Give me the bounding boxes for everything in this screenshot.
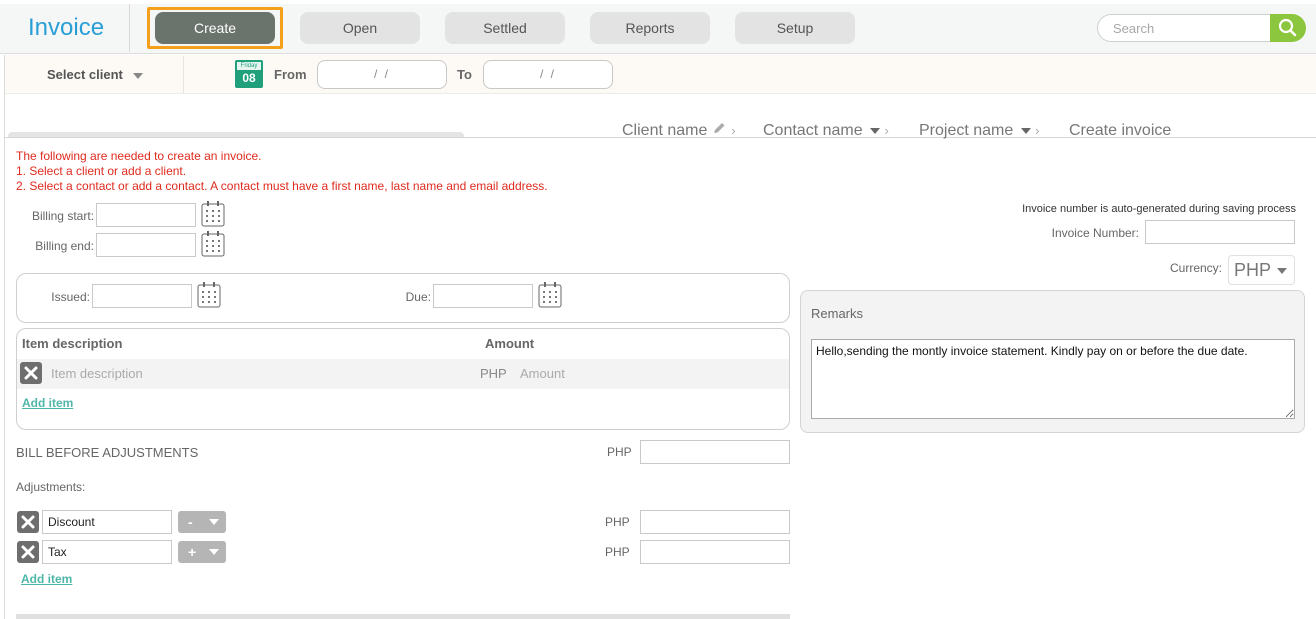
remarks-textarea[interactable]: Hello,sending the montly invoice stateme… bbox=[811, 339, 1295, 419]
nav-setup-button[interactable]: Setup bbox=[735, 12, 855, 44]
add-item-link[interactable]: Add item bbox=[22, 396, 73, 410]
chevron-down-icon bbox=[1020, 127, 1031, 134]
chevron-down-icon bbox=[209, 549, 219, 555]
brand-divider bbox=[129, 4, 130, 52]
chevron-right-icon: › bbox=[1035, 123, 1040, 138]
chevron-down-icon bbox=[132, 72, 143, 79]
currency-select[interactable]: PHP bbox=[1228, 255, 1295, 285]
adjustment-name-input[interactable] bbox=[42, 510, 172, 534]
adjustment-sign: + bbox=[188, 544, 197, 560]
left-border bbox=[4, 55, 5, 619]
bill-before-currency: PHP bbox=[607, 445, 632, 459]
billing-start-input[interactable] bbox=[96, 203, 196, 227]
bill-before-input[interactable] bbox=[640, 440, 790, 464]
to-label: To bbox=[457, 67, 472, 82]
invoice-number-input[interactable] bbox=[1145, 220, 1295, 244]
nav-open-button[interactable]: Open bbox=[300, 12, 420, 44]
calendar-today-icon[interactable]: Friday 08 bbox=[235, 60, 263, 88]
billing-end-input[interactable] bbox=[96, 233, 196, 257]
close-icon bbox=[21, 545, 35, 559]
chevron-right-icon: › bbox=[884, 123, 889, 138]
bottom-divider bbox=[16, 614, 790, 619]
currency-label: Currency: bbox=[1169, 261, 1222, 275]
requirement-intro: The following are needed to create an in… bbox=[16, 149, 262, 163]
adjustment-currency: PHP bbox=[605, 545, 630, 559]
calendar-day-name: Friday bbox=[237, 62, 261, 70]
requirement-client: 1. Select a client or add a client. bbox=[16, 164, 187, 178]
adjustment-amount-input[interactable] bbox=[640, 510, 790, 534]
search-input[interactable] bbox=[1097, 14, 1273, 42]
remove-adjustment-button[interactable] bbox=[17, 511, 39, 533]
item-description-input[interactable]: Item description bbox=[51, 366, 143, 381]
remove-item-button[interactable] bbox=[20, 362, 42, 384]
invoice-number-label: Invoice Number: bbox=[1051, 226, 1139, 240]
close-icon bbox=[24, 366, 38, 380]
currency-value: PHP bbox=[1234, 260, 1272, 280]
adjustments-label: Adjustments: bbox=[16, 480, 86, 494]
adjustment-amount-input[interactable] bbox=[640, 540, 790, 564]
search-button[interactable] bbox=[1270, 14, 1306, 42]
requirement-contact: 2. Select a contact or add a contact. A … bbox=[16, 179, 548, 193]
add-adjustment-link[interactable]: Add item bbox=[21, 572, 72, 586]
nav-settled-button[interactable]: Settled bbox=[445, 12, 565, 44]
breadcrumb-project[interactable]: Project name › bbox=[919, 122, 1040, 140]
adjustment-name-input[interactable] bbox=[42, 540, 172, 564]
issued-label: Issued: bbox=[51, 290, 90, 304]
col-item-description: Item description bbox=[22, 336, 123, 351]
breadcrumb-project-label: Project name bbox=[919, 122, 1014, 139]
close-icon bbox=[21, 515, 35, 529]
select-client-dropdown[interactable]: Select client bbox=[47, 67, 143, 82]
breadcrumb-current: Create invoice bbox=[1069, 122, 1172, 139]
due-date-input[interactable] bbox=[433, 284, 533, 308]
col-amount: Amount bbox=[485, 336, 535, 351]
chevron-right-icon: › bbox=[731, 123, 736, 138]
breadcrumb-client[interactable]: Client name › bbox=[622, 122, 736, 140]
issued-date-input[interactable] bbox=[92, 284, 192, 308]
from-date-input[interactable]: / / bbox=[317, 60, 447, 89]
focus-highlight bbox=[147, 7, 283, 49]
item-currency: PHP bbox=[480, 366, 507, 381]
breadcrumb-contact-label: Contact name bbox=[763, 122, 863, 139]
adjustment-sign-select[interactable]: + bbox=[178, 541, 226, 563]
chevron-down-icon bbox=[870, 127, 881, 134]
adjustment-sign: - bbox=[188, 514, 193, 530]
calendar-day-number: 08 bbox=[242, 71, 256, 85]
billing-end-label: Billing end: bbox=[35, 239, 94, 253]
calendar-icon[interactable] bbox=[201, 201, 225, 227]
adjustment-sign-select[interactable]: - bbox=[178, 511, 226, 533]
breadcrumb-contact[interactable]: Contact name › bbox=[763, 122, 889, 140]
breadcrumb-client-label: Client name bbox=[622, 122, 708, 139]
chevron-down-icon bbox=[209, 519, 219, 525]
app-brand[interactable]: Invoice bbox=[28, 14, 104, 42]
filter-bar bbox=[4, 55, 1316, 94]
calendar-icon[interactable] bbox=[201, 231, 225, 257]
calendar-icon[interactable] bbox=[538, 282, 562, 308]
invoice-number-note: Invoice number is auto-generated during … bbox=[1022, 203, 1296, 215]
calendar-icon[interactable] bbox=[197, 282, 221, 308]
search-icon bbox=[1278, 18, 1297, 37]
bill-before-label: BILL BEFORE ADJUSTMENTS bbox=[16, 445, 199, 460]
billing-start-label: Billing start: bbox=[31, 209, 94, 223]
item-amount-input[interactable]: Amount bbox=[520, 366, 565, 381]
adjustment-currency: PHP bbox=[605, 515, 630, 529]
nav-reports-button[interactable]: Reports bbox=[590, 12, 710, 44]
select-client-label: Select client bbox=[47, 67, 123, 82]
remarks-label: Remarks bbox=[811, 306, 864, 321]
chevron-down-icon bbox=[1277, 268, 1287, 274]
remove-adjustment-button[interactable] bbox=[17, 541, 39, 563]
pencil-icon bbox=[713, 123, 725, 133]
filter-divider bbox=[183, 56, 184, 93]
due-label: Due: bbox=[405, 290, 431, 304]
from-label: From bbox=[274, 67, 307, 82]
to-date-input[interactable]: / / bbox=[483, 60, 613, 89]
invoice-create-page: Invoice Create Open Settled Reports Setu… bbox=[0, 0, 1316, 619]
